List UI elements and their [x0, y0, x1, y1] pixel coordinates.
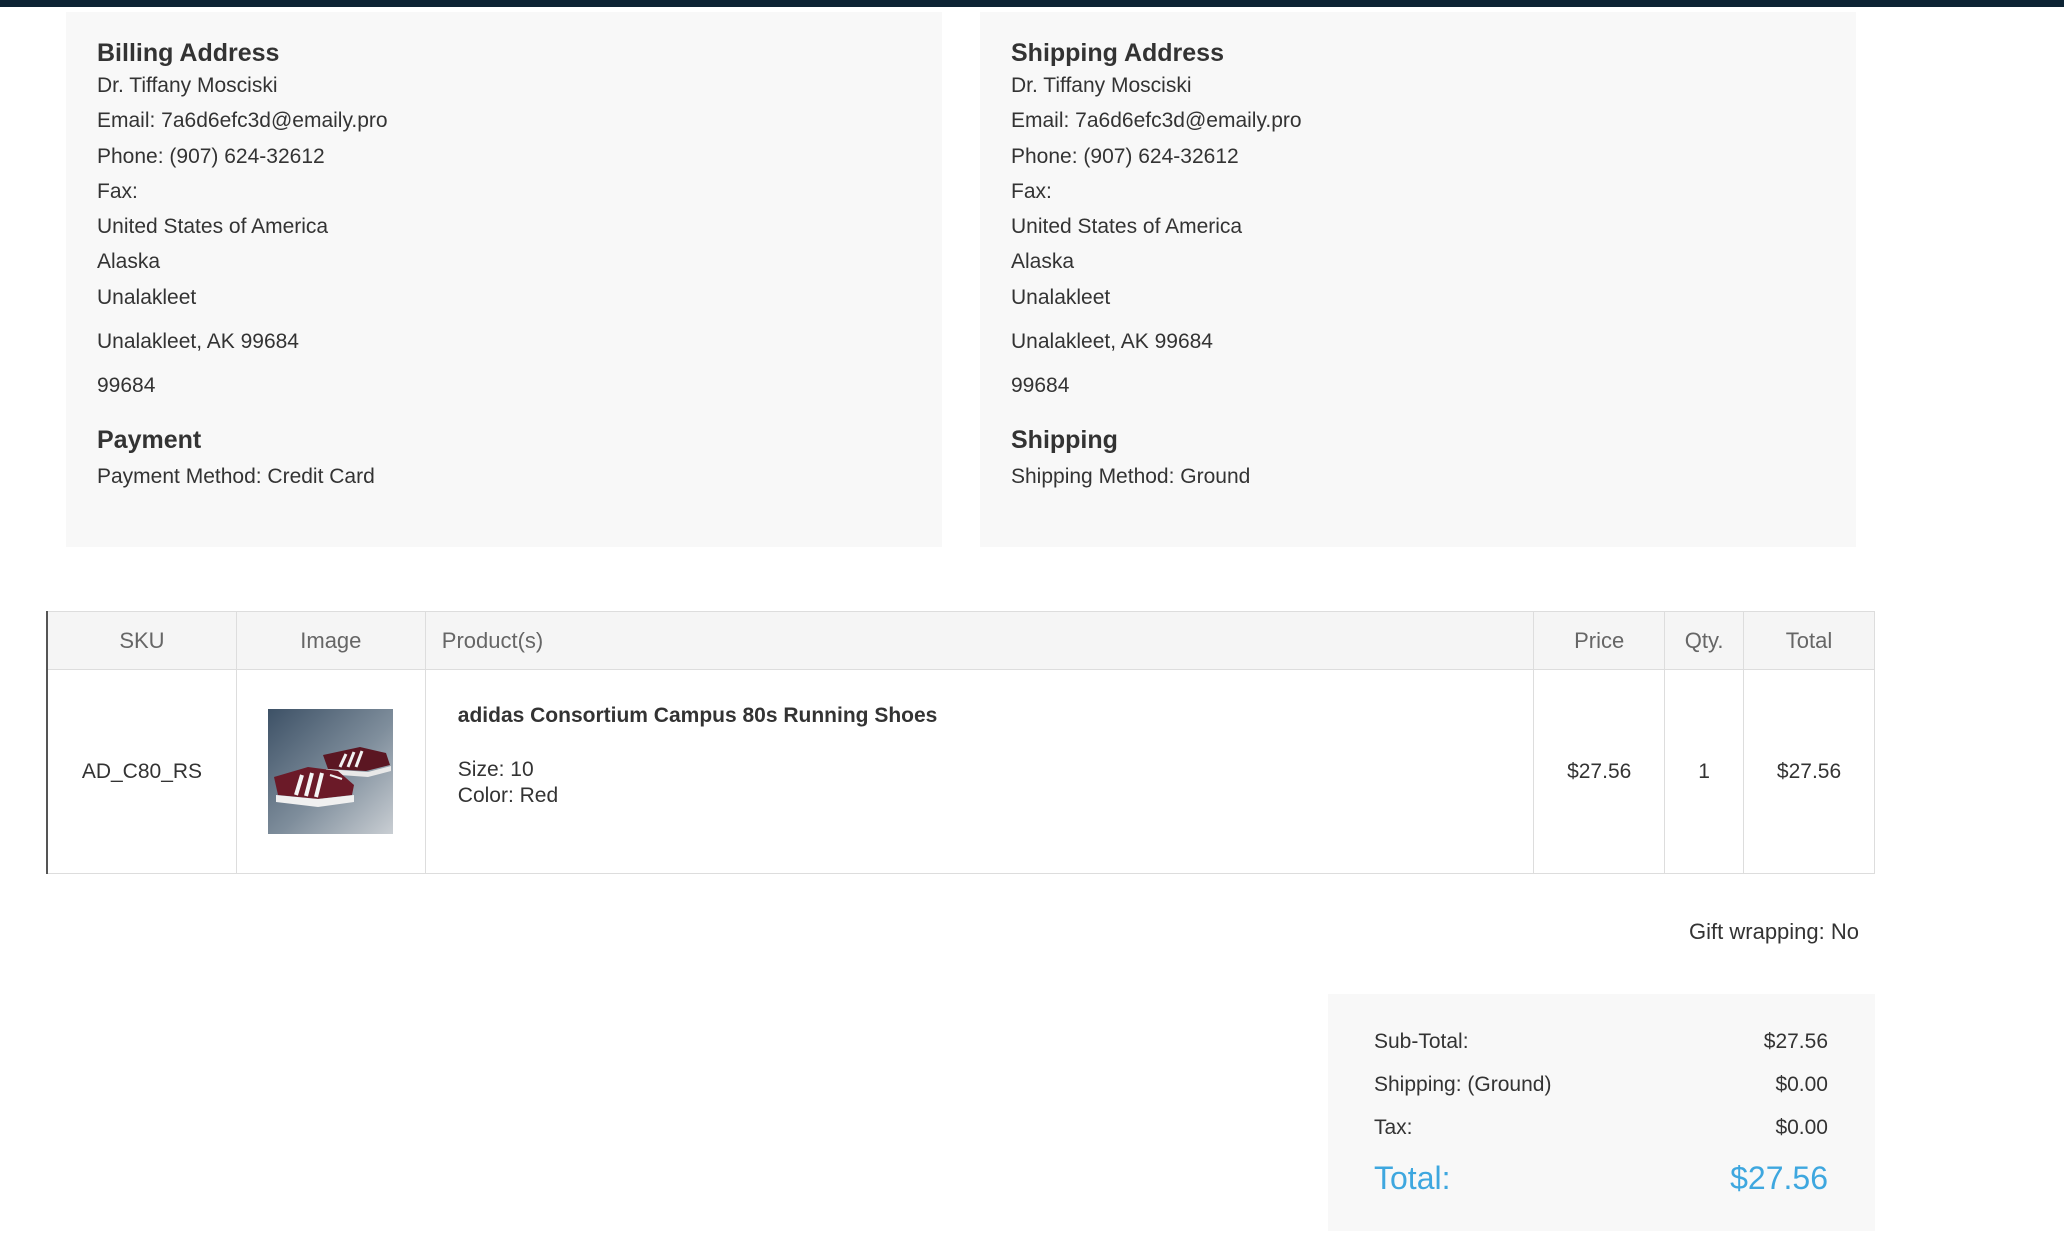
shipping-method-section: Shipping Shipping Method: Ground	[1011, 425, 1856, 494]
grand-total-row: Total: $27.56	[1374, 1151, 1828, 1205]
cell-sku: AD_C80_RS	[45, 669, 237, 874]
shipping-city-line: Unalakleet, AK 99684	[1011, 330, 1213, 354]
header-total: Total	[1743, 611, 1875, 670]
shipping-cost-value: $0.00	[1775, 1072, 1828, 1096]
billing-panel: Billing Address Dr. Tiffany Mosciski Ema…	[66, 12, 942, 547]
header-qty: Qty.	[1664, 611, 1745, 670]
top-bar	[0, 0, 2064, 7]
billing-email: Email: 7a6d6efc3d@emaily.pro	[97, 109, 388, 133]
payment-method: Payment Method: Credit Card	[97, 464, 375, 488]
grand-total-value: $27.56	[1730, 1159, 1828, 1196]
billing-name: Dr. Tiffany Mosciski	[97, 74, 278, 97]
product-size: Size: 10	[457, 758, 534, 781]
header-price: Price	[1533, 611, 1666, 670]
product-name[interactable]: adidas Consortium Campus 80s Running Sho…	[458, 704, 1533, 728]
shipping-method: Shipping Method: Ground	[1011, 464, 1251, 488]
billing-city-line: Unalakleet, AK 99684	[97, 330, 299, 354]
shipping-email: Email: 7a6d6efc3d@emaily.pro	[1011, 109, 1302, 133]
header-product: Product(s)	[424, 611, 1535, 670]
billing-phone: Phone: (907) 624-32612	[97, 144, 325, 168]
shipping-address-title: Shipping Address	[1011, 39, 1224, 67]
gift-wrapping-status: Gift wrapping: No	[1689, 919, 1859, 944]
sneaker-image[interactable]	[268, 709, 394, 834]
cell-product: adidas Consortium Campus 80s Running Sho…	[424, 669, 1535, 874]
billing-title: Billing Address	[97, 39, 280, 67]
header-sku: SKU	[45, 611, 237, 670]
cell-total: $27.56	[1743, 669, 1875, 874]
shipping-country: United States of America	[1011, 215, 1243, 239]
product-options: Size: 10 Color: Red	[458, 757, 1533, 809]
shipping-fax: Fax:	[1011, 179, 1052, 203]
shipping-phone: Phone: (907) 624-32612	[1011, 144, 1239, 168]
tax-value: $0.00	[1775, 1115, 1828, 1139]
shipping-cost-label: Shipping: (Ground)	[1374, 1072, 1552, 1096]
tax-label: Tax:	[1374, 1115, 1413, 1139]
subtotal-label: Sub-Total:	[1374, 1029, 1469, 1053]
product-color: Color: Red	[457, 784, 559, 807]
billing-country: United States of America	[97, 215, 329, 239]
shipping-panel: Shipping Address Dr. Tiffany Mosciski Em…	[980, 12, 1856, 547]
shipping-title: Shipping	[1011, 425, 1118, 454]
billing-zip: 99684	[97, 374, 156, 398]
subtotal-row: Sub-Total: $27.56	[1374, 1020, 1828, 1063]
cell-price: $27.56	[1533, 669, 1666, 874]
subtotal-value: $27.56	[1763, 1029, 1828, 1053]
table-header-row: SKU Image Product(s) Price Qty. Total	[45, 611, 1875, 670]
tax-row: Tax: $0.00	[1374, 1106, 1828, 1149]
payment-title: Payment	[97, 425, 202, 454]
billing-city: Unalakleet	[97, 285, 197, 309]
billing-fax: Fax:	[97, 179, 138, 203]
grand-total-label: Total:	[1374, 1159, 1451, 1196]
shipping-city: Unalakleet	[1011, 285, 1111, 309]
table-row: AD_C80_RS adidas Consortium Campus 80s R…	[45, 669, 1875, 874]
cell-qty: 1	[1664, 669, 1745, 874]
shipping-name: Dr. Tiffany Mosciski	[1011, 74, 1192, 97]
shipping-zip: 99684	[1011, 374, 1070, 398]
shipping-cost-row: Shipping: (Ground) $0.00	[1374, 1063, 1828, 1106]
billing-state: Alaska	[97, 250, 161, 274]
cell-image	[235, 669, 426, 874]
shipping-state: Alaska	[1011, 250, 1075, 274]
order-totals: Sub-Total: $27.56 Shipping: (Ground) $0.…	[1328, 994, 1875, 1231]
payment-section: Payment Payment Method: Credit Card	[97, 425, 942, 494]
header-image: Image	[235, 611, 426, 670]
order-items-table: SKU Image Product(s) Price Qty. Total AD…	[45, 611, 1875, 874]
